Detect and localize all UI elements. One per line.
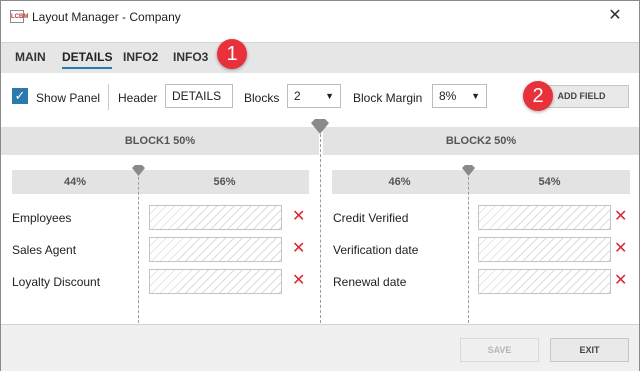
block-margin-select[interactable]: 8% ▼	[432, 84, 487, 108]
delete-field-icon[interactable]: ✕	[292, 241, 305, 257]
block-resize-handle[interactable]	[310, 119, 330, 135]
header-label: Header	[118, 91, 158, 105]
layout-manager-window: LCBM Layout Manager - Company ✕ MAIN DET…	[0, 0, 640, 371]
tab-bar: MAIN DETAILS INFO2 INFO3	[1, 42, 639, 73]
block-divider-line	[320, 129, 321, 323]
field-label: Loyalty Discount	[12, 275, 101, 289]
field-label: Renewal date	[333, 275, 407, 289]
blocks-select[interactable]: 2 ▼	[287, 84, 341, 108]
block2-split-bar: 46% 54%	[332, 170, 630, 194]
chevron-down-icon: ▼	[325, 91, 334, 101]
blocks-label: Blocks	[244, 91, 280, 105]
show-panel-checkbox[interactable]: ✓	[12, 88, 28, 104]
block1-right-percent: 56%	[213, 176, 236, 188]
block1-column-line	[138, 172, 139, 323]
field-label: Credit Verified	[333, 211, 409, 225]
exit-button[interactable]: EXIT	[550, 338, 629, 362]
app-icon: LCBM	[10, 10, 28, 23]
block2-right-percent: 54%	[538, 176, 561, 188]
toolbar-divider	[108, 84, 109, 110]
block-margin-select-value: 8%	[439, 89, 457, 103]
block1-split-handle[interactable]	[131, 165, 146, 177]
header-input[interactable]: DETAILS	[165, 84, 233, 108]
footer-bar: SAVE EXIT	[1, 324, 639, 371]
field-placeholder[interactable]	[478, 269, 611, 294]
window-title: Layout Manager - Company	[32, 10, 181, 24]
block2-header: BLOCK2 50%	[323, 127, 639, 155]
callout-badge-2: 2	[523, 81, 553, 111]
block1-header: BLOCK1 50%	[1, 127, 319, 155]
show-panel-label: Show Panel	[36, 91, 101, 105]
block2-split-handle[interactable]	[461, 165, 476, 177]
block2-left-percent: 46%	[388, 176, 411, 188]
close-icon[interactable]: ✕	[606, 7, 624, 25]
field-label: Sales Agent	[12, 243, 77, 257]
chevron-down-icon: ▼	[471, 91, 480, 101]
title-bar: LCBM Layout Manager - Company ✕	[1, 1, 639, 33]
field-placeholder[interactable]	[478, 237, 611, 262]
field-placeholder[interactable]	[478, 205, 611, 230]
save-button[interactable]: SAVE	[460, 338, 539, 362]
field-placeholder[interactable]	[149, 237, 282, 262]
tab-details[interactable]: DETAILS	[62, 50, 113, 69]
delete-field-icon[interactable]: ✕	[292, 273, 305, 289]
callout-badge-1: 1	[217, 39, 247, 69]
field-label: Verification date	[333, 243, 419, 257]
tab-main[interactable]: MAIN	[15, 50, 46, 64]
field-placeholder[interactable]	[149, 269, 282, 294]
blocks-select-value: 2	[294, 89, 301, 103]
field-label: Employees	[12, 211, 72, 225]
field-placeholder[interactable]	[149, 205, 282, 230]
delete-field-icon[interactable]: ✕	[614, 209, 627, 225]
tab-info3[interactable]: INFO3	[173, 50, 208, 64]
block2-column-line	[468, 172, 469, 323]
delete-field-icon[interactable]: ✕	[614, 273, 627, 289]
delete-field-icon[interactable]: ✕	[614, 241, 627, 257]
block1-split-bar: 44% 56%	[12, 170, 309, 194]
block1-left-percent: 44%	[63, 176, 87, 188]
tab-info2[interactable]: INFO2	[123, 50, 158, 64]
block-margin-label: Block Margin	[353, 91, 423, 105]
delete-field-icon[interactable]: ✕	[292, 209, 305, 225]
